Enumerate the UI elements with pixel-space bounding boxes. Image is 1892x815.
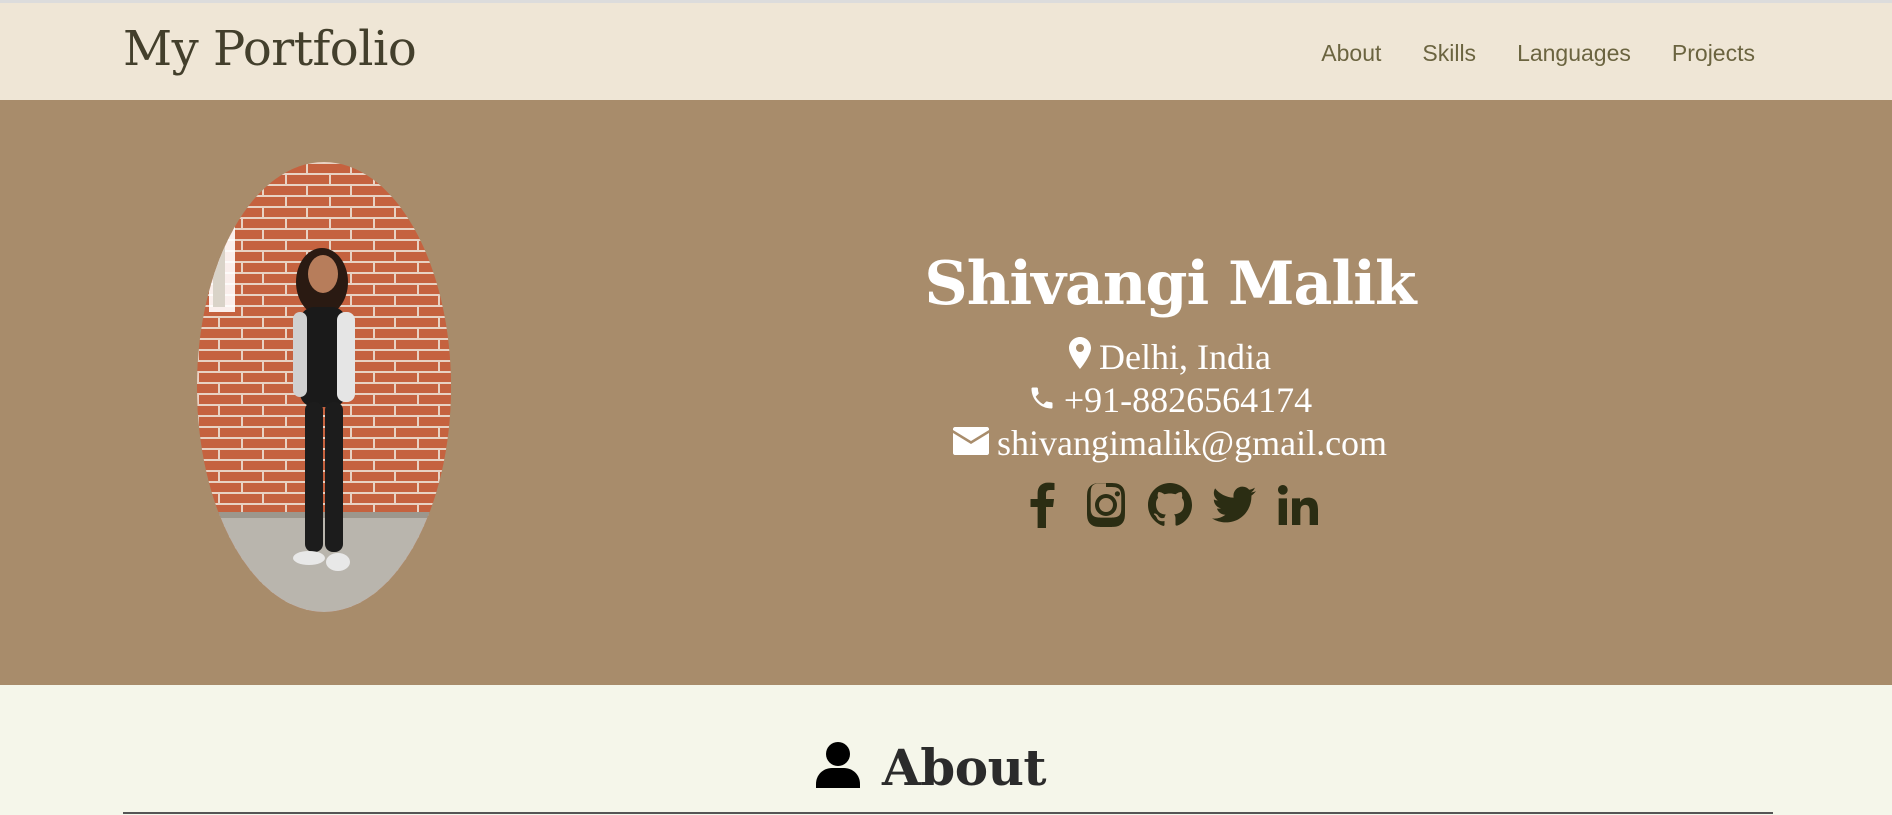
brand-title[interactable]: My Portfolio (123, 23, 417, 76)
about-title: About (881, 738, 1047, 797)
hero-section: Shivangi Malik Delhi, India +91-88265641… (0, 100, 1892, 685)
user-icon (815, 742, 860, 793)
map-marker-icon (1069, 336, 1092, 379)
location-line: Delhi, India (900, 336, 1440, 379)
linkedin-icon[interactable] (1276, 481, 1320, 529)
hero-info: Shivangi Malik Delhi, India +91-88265641… (900, 250, 1440, 529)
facebook-icon[interactable] (1020, 481, 1064, 529)
nav-link-projects[interactable]: Projects (1672, 40, 1755, 66)
location-text: Delhi, India (1099, 337, 1271, 377)
nav-link-skills[interactable]: Skills (1422, 40, 1476, 66)
email-line: shivangimalik@gmail.com (900, 422, 1440, 465)
envelope-icon (952, 422, 989, 465)
github-icon[interactable] (1148, 481, 1192, 529)
profile-photo (197, 162, 451, 612)
hero-name: Shivangi Malik (924, 249, 1416, 319)
social-links (900, 481, 1440, 529)
navbar: My Portfolio About Skills Languages Proj… (0, 3, 1892, 103)
email-text[interactable]: shivangimalik@gmail.com (997, 422, 1387, 465)
instagram-icon[interactable] (1084, 481, 1128, 529)
about-divider (123, 812, 1773, 814)
twitter-icon[interactable] (1212, 481, 1256, 529)
about-heading: About (0, 740, 1892, 795)
phone-text[interactable]: +91-8826564174 (1064, 379, 1312, 422)
nav-links: About Skills Languages Projects (1321, 40, 1755, 66)
nav-link-languages[interactable]: Languages (1517, 40, 1631, 66)
phone-line: +91-8826564174 (900, 379, 1440, 422)
nav-link-about[interactable]: About (1321, 40, 1381, 66)
phone-icon (1028, 379, 1056, 422)
